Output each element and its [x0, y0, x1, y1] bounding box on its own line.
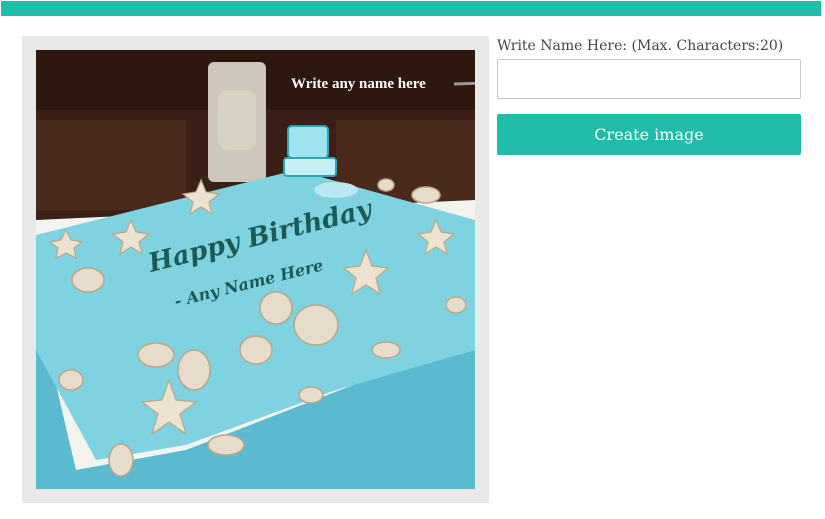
hint-text: Write any name here [291, 76, 426, 92]
name-field-label: Write Name Here: (Max. Characters:20) [497, 38, 784, 54]
cake-image: Happy Birthday - Any Name Here Write any… [36, 50, 475, 489]
create-image-button[interactable]: Create image [497, 114, 801, 155]
preview-frame: Happy Birthday - Any Name Here Write any… [22, 36, 489, 503]
name-input[interactable] [497, 59, 801, 99]
top-accent-bar [1, 1, 821, 16]
cake-image-preview: Happy Birthday - Any Name Here Write any… [36, 50, 475, 489]
